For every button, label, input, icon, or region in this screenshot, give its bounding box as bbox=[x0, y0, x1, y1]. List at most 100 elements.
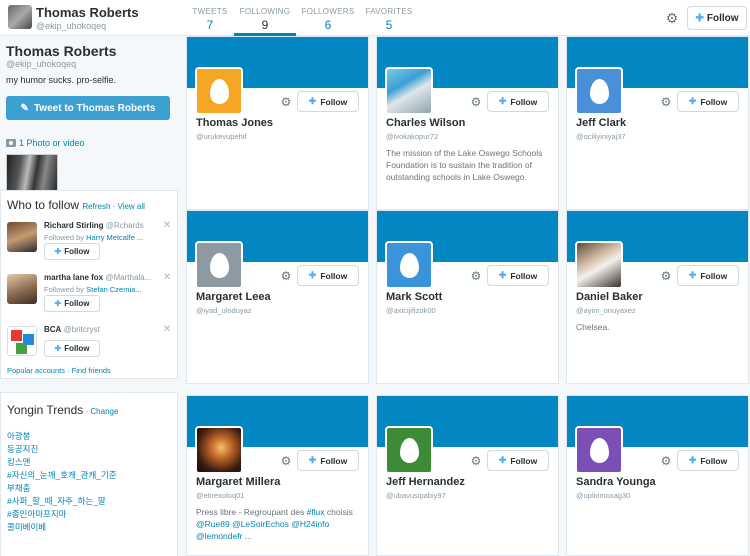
stat-label: FAVORITES bbox=[365, 7, 413, 16]
suggestion-item: martha lane fox @Marthala... Followed by… bbox=[1, 271, 177, 321]
suggestion-name[interactable]: martha lane fox @Marthala... bbox=[44, 273, 151, 282]
gear-icon[interactable]: ⚙ bbox=[659, 95, 673, 109]
gear-icon[interactable]: ⚙ bbox=[469, 95, 483, 109]
user-card[interactable]: ⚙ ✚ Follow Margaret Millera @etirexoloq01 Pre… bbox=[186, 395, 369, 556]
card-handle: @etirexoloq01 bbox=[196, 491, 245, 500]
avatar[interactable] bbox=[575, 426, 623, 474]
followed-by-user[interactable]: Harry Metcalfe ... bbox=[86, 233, 143, 242]
gear-icon[interactable]: ⚙ bbox=[279, 454, 293, 468]
user-card[interactable]: ⚙ ✚ Follow Charles Wilson @ivokakopur72 The m… bbox=[376, 36, 559, 210]
suggestion-name[interactable]: BCA @britcryst bbox=[44, 325, 100, 334]
bio-link[interactable]: #flux bbox=[307, 507, 325, 517]
trend-item[interactable]: 킹스맨 bbox=[7, 456, 30, 468]
card-name[interactable]: Thomas Jones bbox=[196, 117, 273, 129]
follow-button[interactable]: ✚ Follow bbox=[297, 91, 359, 112]
tweet-to-button[interactable]: ✎ Tweet to Thomas Roberts bbox=[6, 96, 170, 120]
trend-item[interactable]: 동공지진 bbox=[7, 443, 38, 455]
gear-icon[interactable]: ⚙ bbox=[279, 95, 293, 109]
gear-icon[interactable]: ⚙ bbox=[279, 269, 293, 283]
gear-icon[interactable]: ⚙ bbox=[664, 10, 680, 26]
gear-icon[interactable]: ⚙ bbox=[469, 454, 483, 468]
follow-button[interactable]: ✚ Follow bbox=[687, 6, 747, 30]
stat-tweets[interactable]: TWEETS 7 bbox=[188, 0, 232, 36]
card-name[interactable]: Mark Scott bbox=[386, 291, 442, 303]
bio-link[interactable]: @lemondefr bbox=[196, 531, 242, 541]
follow-button[interactable]: ✚ Follow bbox=[677, 91, 739, 112]
photo-video-link[interactable]: 1 Photo or video bbox=[6, 138, 85, 148]
avatar[interactable] bbox=[575, 67, 623, 115]
follow-label: Follow bbox=[64, 344, 90, 353]
avatar[interactable] bbox=[195, 67, 243, 115]
user-card[interactable]: ⚙ ✚ Follow Mark Scott @axicijifizok00 bbox=[376, 210, 559, 384]
trend-item[interactable]: 콜미베이베 bbox=[7, 521, 46, 533]
top-bar: Thomas Roberts @ekip_uhokoqeq TWEETS 7 F… bbox=[0, 0, 750, 36]
card-name[interactable]: Sandra Younga bbox=[576, 476, 656, 488]
avatar[interactable] bbox=[7, 274, 37, 304]
follow-button[interactable]: ✚ Follow bbox=[44, 340, 100, 357]
profile-name[interactable]: Thomas Roberts bbox=[36, 5, 139, 20]
add-user-icon: ✚ bbox=[688, 270, 697, 280]
user-card[interactable]: ⚙ ✚ Follow Sandra Younga @upliomoxag30 bbox=[566, 395, 749, 556]
follow-button[interactable]: ✚ Follow bbox=[487, 265, 549, 286]
stat-following[interactable]: FOLLOWING 9 bbox=[234, 0, 296, 36]
gear-icon[interactable]: ⚙ bbox=[659, 454, 673, 468]
refresh-link[interactable]: Refresh bbox=[82, 202, 110, 211]
card-bio: The mission of the Lake Oswego Schools F… bbox=[386, 147, 551, 183]
user-card[interactable]: ⚙ ✚ Follow Daniel Baker @ayim_onuyaxez Chelse… bbox=[566, 210, 749, 384]
avatar[interactable] bbox=[385, 241, 433, 289]
bio-link[interactable]: @Rue89 bbox=[196, 519, 230, 529]
follow-button[interactable]: ✚ Follow bbox=[297, 450, 359, 471]
view-all-link[interactable]: View all bbox=[118, 202, 145, 211]
avatar[interactable] bbox=[7, 222, 37, 252]
follow-button[interactable]: ✚ Follow bbox=[44, 295, 100, 312]
user-card[interactable]: ⚙ ✚ Follow Margaret Leea @iyad_uloduyaz bbox=[186, 210, 369, 384]
avatar[interactable] bbox=[575, 241, 623, 289]
follow-button[interactable]: ✚ Follow bbox=[487, 91, 549, 112]
bio-link[interactable]: @H24info bbox=[291, 519, 329, 529]
avatar[interactable] bbox=[385, 426, 433, 474]
trend-item[interactable]: 부채춤 bbox=[7, 482, 30, 494]
dismiss-icon[interactable]: ✕ bbox=[163, 220, 171, 231]
card-name[interactable]: Margaret Millera bbox=[196, 476, 280, 488]
gear-icon[interactable]: ⚙ bbox=[469, 269, 483, 283]
follow-button[interactable]: ✚ Follow bbox=[297, 265, 359, 286]
card-name[interactable]: Charles Wilson bbox=[386, 117, 465, 129]
suggestion-name[interactable]: Richard Stirling @Rchards bbox=[44, 221, 144, 230]
trend-item[interactable]: #사퍼_할_때_자주_하는_말 bbox=[7, 495, 106, 507]
avatar[interactable] bbox=[385, 67, 433, 115]
follow-label: Follow bbox=[700, 455, 728, 466]
user-card[interactable]: ⚙ ✚ Follow Thomas Jones @urukevupehif bbox=[186, 36, 369, 210]
change-link[interactable]: Change bbox=[90, 407, 118, 416]
followed-by-user[interactable]: Stefan Czemia... bbox=[86, 285, 141, 294]
follow-button[interactable]: ✚ Follow bbox=[44, 243, 100, 260]
stat-value: 7 bbox=[206, 18, 214, 32]
card-name[interactable]: Jeff Hernandez bbox=[386, 476, 465, 488]
stat-favorites[interactable]: FAVORITES 5 bbox=[362, 0, 416, 36]
avatar[interactable] bbox=[195, 241, 243, 289]
dismiss-icon[interactable]: ✕ bbox=[163, 324, 171, 335]
avatar[interactable] bbox=[195, 426, 243, 474]
gear-icon[interactable]: ⚙ bbox=[659, 269, 673, 283]
user-card[interactable]: ⚙ ✚ Follow Jeff Hernandez @ubavusipabiy97 bbox=[376, 395, 559, 556]
follow-button[interactable]: ✚ Follow bbox=[487, 450, 549, 471]
card-name[interactable]: Jeff Clark bbox=[576, 117, 626, 129]
profile-card-handle: @ekip_uhokoqeq bbox=[6, 59, 77, 69]
bio-text: choisis bbox=[324, 507, 353, 517]
dismiss-icon[interactable]: ✕ bbox=[163, 272, 171, 283]
profile-bio: my humor sucks. pro-selfie. bbox=[6, 75, 117, 85]
trend-item[interactable]: 아광봉 bbox=[7, 430, 30, 442]
avatar[interactable] bbox=[7, 326, 37, 356]
profile-card-name[interactable]: Thomas Roberts bbox=[6, 43, 116, 59]
popular-accounts-link[interactable]: Popular accounts · Find friends bbox=[7, 366, 111, 375]
user-card[interactable]: ⚙ ✚ Follow Jeff Clark @ociliyiniyaj37 bbox=[566, 36, 749, 210]
card-name[interactable]: Margaret Leea bbox=[196, 291, 271, 303]
avatar[interactable] bbox=[8, 5, 32, 29]
follow-button[interactable]: ✚ Follow bbox=[677, 450, 739, 471]
trend-item[interactable]: #자신의_눈깨_호캐_관캐_기준 bbox=[7, 469, 117, 481]
trend-item[interactable]: #종인아마프지마 bbox=[7, 508, 66, 520]
card-name[interactable]: Daniel Baker bbox=[576, 291, 643, 303]
follow-button[interactable]: ✚ Follow bbox=[677, 265, 739, 286]
bio-link[interactable]: @LeSoirEchos bbox=[232, 519, 289, 529]
stat-followers[interactable]: FOLLOWERS 6 bbox=[300, 0, 356, 36]
suggestion-item: Richard Stirling @Rchards Followed by Ha… bbox=[1, 219, 177, 269]
